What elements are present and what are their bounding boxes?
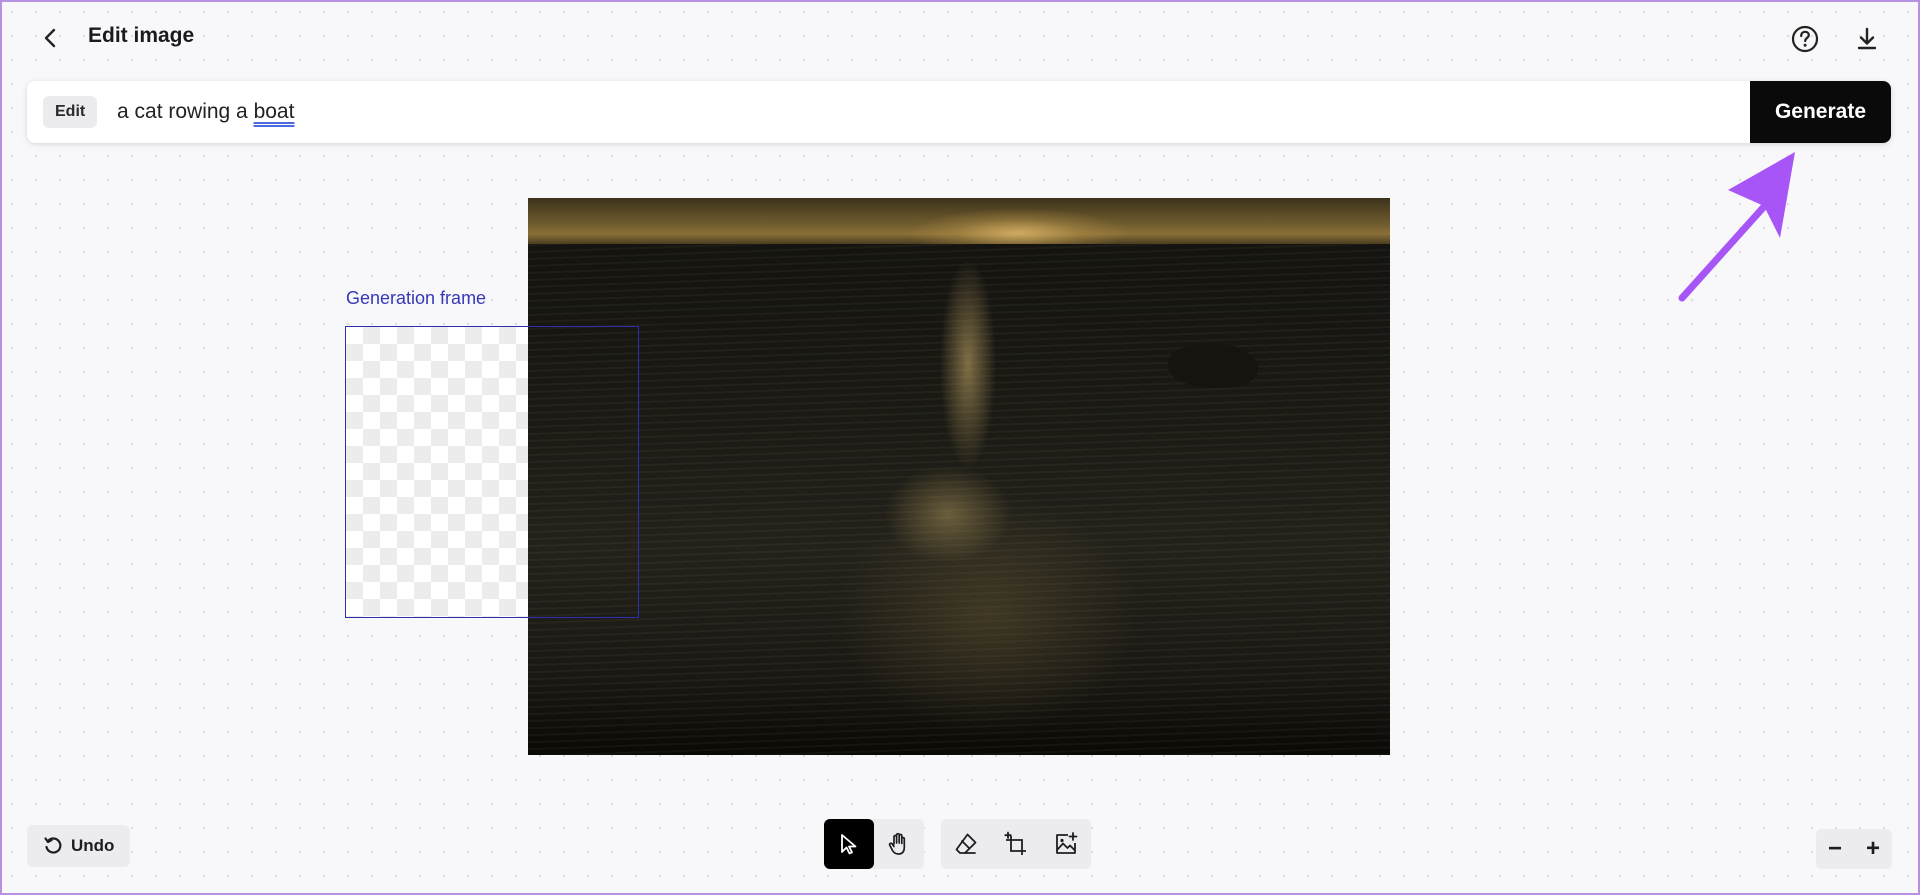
canvas-image[interactable] xyxy=(528,198,1390,755)
add-image-icon xyxy=(1056,832,1078,854)
pan-tool-button[interactable] xyxy=(874,819,924,869)
select-tool-button[interactable] xyxy=(824,819,874,869)
zoom-controls: − + xyxy=(1816,829,1892,869)
prompt-misspelled-word: boat xyxy=(253,100,295,123)
zoom-out-button[interactable]: − xyxy=(1816,829,1854,869)
navigation-toolgroup xyxy=(824,819,924,869)
edit-toolgroup xyxy=(941,819,1091,869)
hand-icon xyxy=(888,832,906,855)
add-image-tool-button[interactable] xyxy=(1041,819,1091,869)
mode-badge: Edit xyxy=(43,96,98,128)
eraser-tool-button[interactable] xyxy=(941,819,991,869)
page-title: Edit image xyxy=(88,24,195,47)
cursor-arrow-icon xyxy=(841,834,857,855)
undo-label: Undo xyxy=(71,836,115,855)
generate-button[interactable]: Generate xyxy=(1750,81,1891,143)
chevron-left-icon xyxy=(44,28,56,48)
prompt-bar: Edit a cat rowing a boat Generate xyxy=(27,81,1891,143)
help-button[interactable] xyxy=(1790,24,1820,54)
download-button[interactable] xyxy=(1852,24,1882,54)
help-circle-icon xyxy=(1791,25,1819,53)
annotation-arrow-icon xyxy=(1678,152,1795,302)
generation-frame-label: Generation frame xyxy=(346,288,487,308)
prompt-text: a cat rowing a xyxy=(117,100,254,123)
generation-frame-tool-button[interactable] xyxy=(991,819,1041,869)
download-icon xyxy=(1857,27,1877,50)
image-sea xyxy=(528,244,1390,755)
add-frame-icon xyxy=(1004,831,1026,855)
undo-icon xyxy=(44,837,62,854)
prompt-input[interactable]: a cat rowing a boat xyxy=(117,93,1417,131)
undo-button[interactable]: Undo xyxy=(27,825,130,867)
generation-frame[interactable] xyxy=(345,326,639,618)
eraser-icon xyxy=(955,833,977,854)
zoom-in-button[interactable]: + xyxy=(1854,829,1892,869)
back-button[interactable] xyxy=(36,22,64,54)
